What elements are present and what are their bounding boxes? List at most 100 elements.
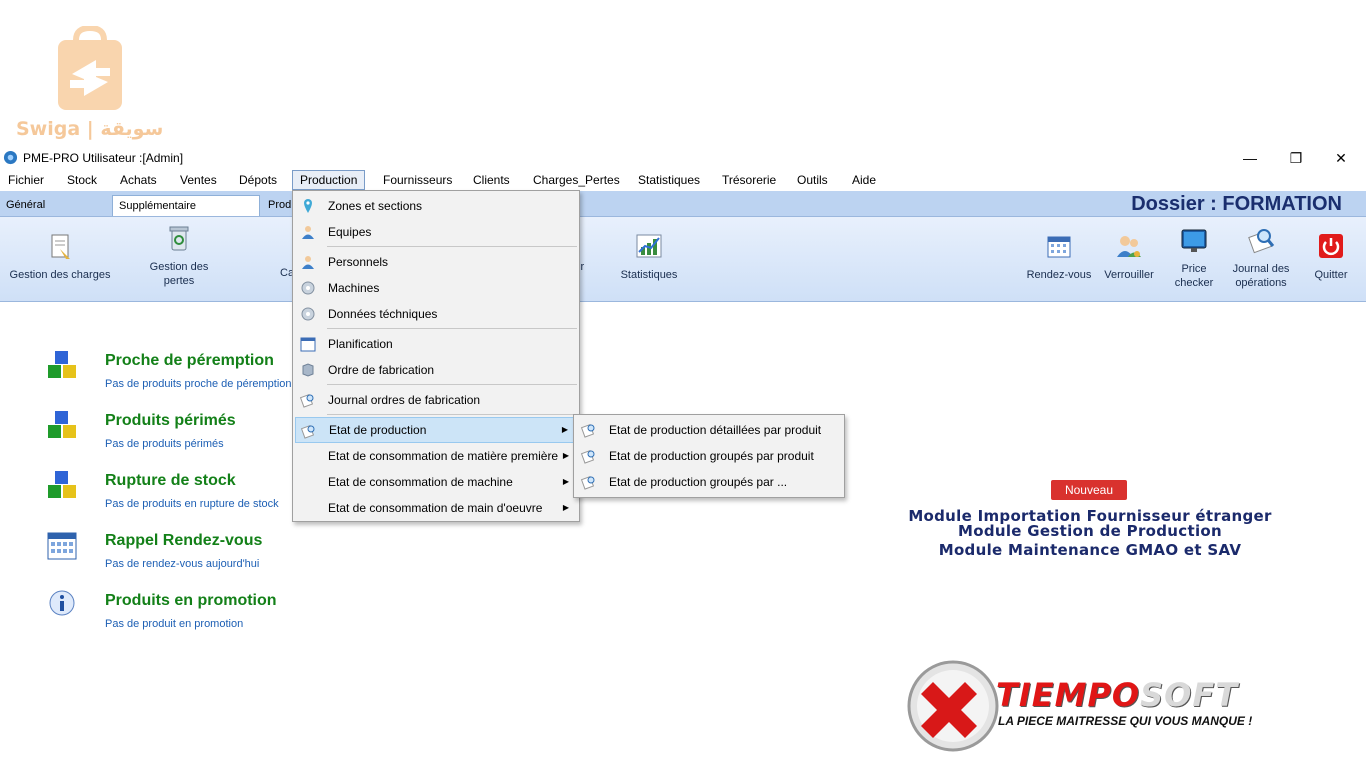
tiempo-puzzle-logo <box>907 660 999 752</box>
price-checker-button[interactable]: Price checker <box>1168 226 1220 290</box>
menuitem-planification[interactable]: Planification <box>295 331 577 357</box>
menuitem-etat-production[interactable]: Etat de production ▶ <box>295 417 577 443</box>
cubes-icon <box>48 351 76 378</box>
tiempo-tagline: LA PIECE MAITRESSE QUI VOUS MANQUE ! <box>998 714 1253 728</box>
map-pin-icon <box>304 199 312 213</box>
etat-production-submenu: Etat de production détaillées par produi… <box>573 414 845 498</box>
calendar-icon <box>300 337 316 352</box>
submenuitem-detaillees[interactable]: Etat de production détaillées par produi… <box>576 417 842 443</box>
journal-search-icon <box>1248 229 1275 254</box>
submenuitem-groupes-par[interactable]: Etat de production groupés par ... <box>576 469 842 495</box>
gestion-charges-button[interactable]: Gestion des charges <box>8 232 112 282</box>
gear-icon <box>301 307 315 321</box>
dashboard-title-rupture[interactable]: Rupture de stock <box>105 472 236 490</box>
charges-label: Gestion des charges <box>9 269 111 281</box>
journal-operations-button[interactable]: Journal des opérations <box>1226 226 1296 290</box>
menuitem-zones-label: Zones et sections <box>328 199 423 213</box>
box-icon <box>302 363 314 377</box>
power-icon <box>1319 234 1343 258</box>
dashboard-title-peremption[interactable]: Proche de péremption <box>105 352 274 370</box>
menu-aide[interactable]: Aide <box>845 170 883 190</box>
document-search-icon <box>581 423 595 438</box>
pertes-label-2: pertes <box>163 275 195 287</box>
document-search-icon <box>581 449 595 464</box>
dashboard-sub-rendezvous[interactable]: Pas de rendez-vous aujourd'hui <box>105 558 259 570</box>
submenu-arrow-icon: ▶ <box>562 477 569 486</box>
dashboard-title-rendezvous[interactable]: Rappel Rendez-vous <box>105 532 262 550</box>
menuitem-planification-label: Planification <box>328 337 393 351</box>
dashboard-title-promotion[interactable]: Produits en promotion <box>105 592 277 610</box>
dashboard-title-perimes[interactable]: Produits périmés <box>105 412 236 430</box>
user-icon <box>302 256 314 269</box>
menu-outils[interactable]: Outils <box>790 170 835 190</box>
journal-label-2: opérations <box>1235 277 1287 289</box>
menuitem-zones[interactable]: Zones et sections <box>295 193 577 219</box>
gestion-pertes-button[interactable]: Gestion des pertes <box>138 224 220 288</box>
menu-charges-pertes[interactable]: Charges_Pertes <box>526 170 627 190</box>
brand-name-red: TIEMPO <box>996 676 1141 714</box>
menuitem-machines[interactable]: Machines <box>295 275 577 301</box>
title-bar <box>0 148 1366 170</box>
menu-statistiques[interactable]: Statistiques <box>631 170 707 190</box>
calendar-icon <box>1047 236 1071 258</box>
info-icon <box>49 590 75 616</box>
monitor-icon <box>1181 229 1207 252</box>
dossier-title: Dossier : FORMATION <box>1131 193 1342 215</box>
menuitem-personnels[interactable]: Personnels <box>295 249 577 275</box>
menuitem-equipes[interactable]: Equipes <box>295 219 577 245</box>
swiga-watermark-text: Swiga | سويقة <box>16 118 164 140</box>
menuitem-ordre-fabrication[interactable]: Ordre de fabrication <box>295 357 577 383</box>
tab-supplementaire[interactable]: Supplémentaire <box>112 195 260 216</box>
restore-button[interactable]: ❐ <box>1273 148 1319 168</box>
menuitem-journal-ordres[interactable]: Journal ordres de fabrication <box>295 387 577 413</box>
menuitem-etat-machine[interactable]: Etat de consommation de machine ▶ <box>295 469 577 495</box>
menu-tresorerie[interactable]: Trésorerie <box>715 170 783 190</box>
dashboard-sub-rupture[interactable]: Pas de produits en rupture de stock <box>105 498 291 510</box>
users-lock-icon <box>1117 236 1141 257</box>
statistiques-label: Statistiques <box>620 269 678 281</box>
menu-achats[interactable]: Achats <box>113 170 164 190</box>
statistiques-button[interactable]: Statistiques <box>614 232 684 282</box>
cubes-icon <box>48 411 76 438</box>
verrouiller-button[interactable]: Verrouiller <box>1098 232 1160 282</box>
menu-fournisseurs[interactable]: Fournisseurs <box>376 170 459 190</box>
menu-clients[interactable]: Clients <box>466 170 517 190</box>
verrouiller-label: Verrouiller <box>1104 269 1154 281</box>
tab-general[interactable]: Général <box>0 195 51 216</box>
menu-ventes[interactable]: Ventes <box>173 170 224 190</box>
price-label-1: Price <box>1181 263 1207 275</box>
menuitem-etat-matiere[interactable]: Etat de consommation de matière première… <box>295 443 577 469</box>
close-button[interactable]: ✕ <box>1318 148 1364 168</box>
brand-name-grey: SOFT <box>1140 676 1239 714</box>
menu-fichier[interactable]: Fichier <box>1 170 51 190</box>
quitter-label: Quitter <box>1314 269 1348 281</box>
menuitem-etat-main-oeuvre[interactable]: Etat de consommation de main d'oeuvre ▶ <box>295 495 577 521</box>
menuitem-machines-label: Machines <box>328 281 380 295</box>
menuitem-equipes-label: Equipes <box>328 225 372 239</box>
minimize-button[interactable]: — <box>1227 148 1273 168</box>
menuitem-ordre-label: Ordre de fabrication <box>328 363 435 377</box>
menu-separator <box>327 414 577 415</box>
submenu-arrow-icon: ▶ <box>562 451 569 460</box>
submenuitem-detaillees-label: Etat de production détaillées par produi… <box>609 423 822 437</box>
gear-icon <box>301 281 315 295</box>
rendezvous-label: Rendez-vous <box>1026 269 1092 281</box>
menuitem-etat-machine-label: Etat de consommation de machine <box>328 475 513 489</box>
menu-stock[interactable]: Stock <box>60 170 104 190</box>
charges-icon <box>51 234 70 259</box>
submenuitem-groupes-produit-label: Etat de production groupés par produit <box>609 449 814 463</box>
menuitem-donnees-techniques[interactable]: Données téchniques <box>295 301 577 327</box>
quitter-button[interactable]: Quitter <box>1304 232 1358 282</box>
menu-depots[interactable]: Dépots <box>232 170 284 190</box>
tiempo-brand-name: TIEMPOSOFT <box>996 676 1238 714</box>
menu-production[interactable]: Production <box>292 170 366 190</box>
dashboard-sub-promotion[interactable]: Pas de produit en promotion <box>105 618 243 630</box>
menuitem-etat-matiere-label: Etat de consommation de matière première <box>328 449 559 463</box>
menuitem-donnees-label: Données téchniques <box>328 307 438 321</box>
dashboard-sub-perimes[interactable]: Pas de produits périmés <box>105 438 224 450</box>
submenuitem-groupes-produit[interactable]: Etat de production groupés par produit <box>576 443 842 469</box>
rendezvous-button[interactable]: Rendez-vous <box>1024 232 1094 282</box>
pertes-label-1: Gestion des <box>149 261 209 273</box>
dashboard-sub-peremption[interactable]: Pas de produits proche de péremption <box>105 378 291 390</box>
calendar-icon <box>47 532 77 560</box>
